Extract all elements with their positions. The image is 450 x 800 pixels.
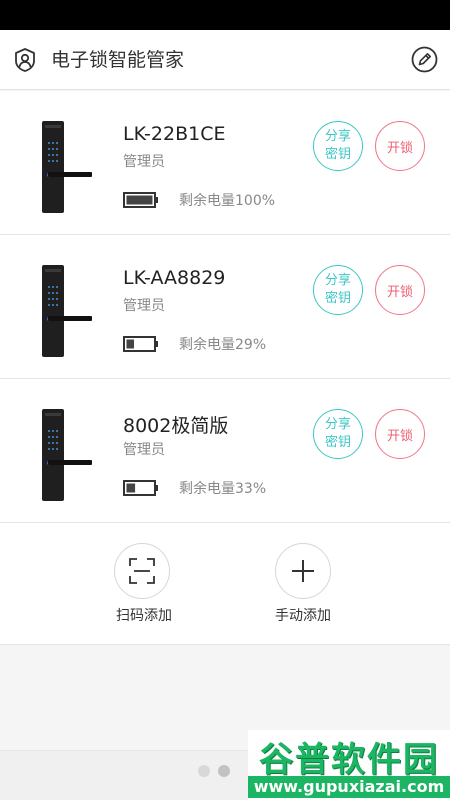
lock-role: 管理员 [123, 154, 165, 170]
lock-role: 管理员 [123, 442, 165, 458]
share-key-button[interactable]: 分享 密钥 [313, 265, 363, 315]
battery-icon [123, 192, 158, 208]
watermark-url: www.gupuxiazai.com [248, 776, 450, 798]
lock-name: 8002极简版 [123, 415, 229, 437]
app-header: 电子锁智能管家 [0, 30, 450, 90]
lock-list: LK-22B1CE 管理员 剩余电量100% 分享 密钥 开锁 LK-AA882… [0, 91, 450, 523]
plus-icon [292, 560, 314, 582]
lock-device-image [42, 265, 92, 357]
battery-icon [123, 336, 158, 352]
manual-add-button[interactable] [275, 543, 331, 599]
unlock-button[interactable]: 开锁 [375, 265, 425, 315]
scan-icon [129, 558, 155, 584]
battery-text: 剩余电量33% [179, 481, 267, 497]
page-dot-active[interactable] [218, 765, 230, 777]
page-indicator [198, 765, 230, 777]
watermark-logo: 谷普软件园 www.gupuxiazai.com [248, 730, 450, 800]
manual-add-label: 手动添加 [275, 608, 331, 624]
lock-role: 管理员 [123, 298, 165, 314]
battery-text: 剩余电量100% [179, 193, 276, 209]
user-icon[interactable] [12, 47, 38, 73]
status-bar [0, 0, 450, 30]
unlock-button[interactable]: 开锁 [375, 121, 425, 171]
page-dot[interactable] [198, 765, 210, 777]
watermark-title: 谷普软件园 [259, 740, 439, 780]
lock-device-image [42, 121, 92, 213]
lock-device-image [42, 409, 92, 501]
lock-item[interactable]: LK-22B1CE 管理员 剩余电量100% 分享 密钥 开锁 [0, 91, 450, 235]
battery-text: 剩余电量29% [179, 337, 267, 353]
lock-name: LK-AA8829 [123, 267, 226, 289]
lock-item[interactable]: LK-AA8829 管理员 剩余电量29% 分享 密钥 开锁 [0, 235, 450, 379]
lock-name: LK-22B1CE [123, 123, 226, 145]
scan-add-button[interactable] [114, 543, 170, 599]
page-title: 电子锁智能管家 [51, 49, 185, 71]
unlock-button[interactable]: 开锁 [375, 409, 425, 459]
battery-icon [123, 480, 158, 496]
add-device-area: 扫码添加 手动添加 [0, 523, 450, 645]
scan-add-label: 扫码添加 [116, 608, 172, 624]
share-key-button[interactable]: 分享 密钥 [313, 409, 363, 459]
lock-item[interactable]: 8002极简版 管理员 剩余电量33% 分享 密钥 开锁 [0, 379, 450, 523]
share-key-button[interactable]: 分享 密钥 [313, 121, 363, 171]
edit-icon[interactable] [411, 46, 438, 73]
